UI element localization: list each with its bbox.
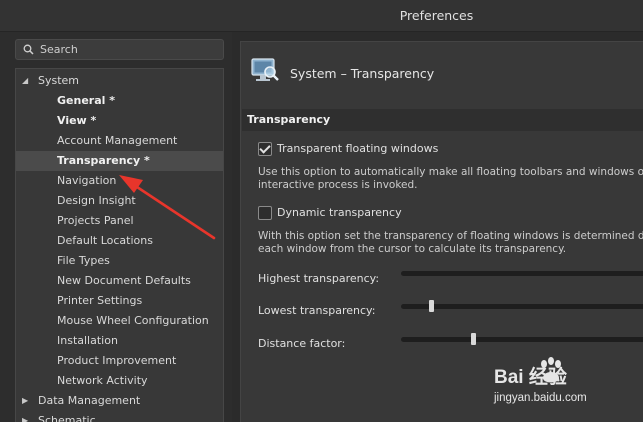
- tree-item-label: Schematic: [38, 414, 96, 422]
- tree-item-design-insight[interactable]: Design Insight: [16, 191, 223, 211]
- tree-item-navigation[interactable]: Navigation: [16, 171, 223, 191]
- tree-item-installation[interactable]: Installation: [16, 331, 223, 351]
- watermark-url: jingyan.baidu.com: [494, 392, 587, 404]
- tree-item-account-management[interactable]: Account Management: [16, 131, 223, 151]
- dynamic-description-line1: With this option set the transparency of…: [258, 230, 643, 242]
- highest-transparency-label: Highest transparency:: [258, 272, 380, 285]
- tree-item-network-activity[interactable]: Network Activity: [16, 371, 223, 391]
- tree-item-schematic[interactable]: ▶ Schematic: [16, 411, 223, 422]
- distance-factor-label: Distance factor:: [258, 337, 346, 350]
- tree-item-file-types[interactable]: File Types: [16, 251, 223, 271]
- search-placeholder: Search: [40, 43, 78, 56]
- tree-item-view[interactable]: View *: [16, 111, 223, 131]
- search-input[interactable]: Search: [15, 39, 224, 60]
- tree-item-general[interactable]: General *: [16, 91, 223, 111]
- lowest-transparency-label: Lowest transparency:: [258, 304, 376, 317]
- tree-item-printer-settings[interactable]: Printer Settings: [16, 291, 223, 311]
- watermark-brand: Bai 经验: [494, 367, 567, 388]
- page-title: System – Transparency: [290, 66, 435, 81]
- tree-item-data-management[interactable]: ▶ Data Management: [16, 391, 223, 411]
- tree-item-transparency[interactable]: Transparency *: [16, 151, 223, 171]
- window-title: Preferences: [399, 8, 474, 23]
- slider-thumb[interactable]: [471, 333, 476, 345]
- preferences-tree: ◢ System General * View * Account Manage…: [15, 68, 224, 422]
- transparent-floating-windows-checkbox[interactable]: [258, 142, 272, 156]
- lowest-transparency-slider[interactable]: [401, 300, 643, 312]
- watermark: Bai 经验 jingyan.baidu.com: [486, 352, 636, 412]
- dynamic-description-line2: each window from the cursor to calculate…: [258, 243, 567, 255]
- floating-description-line2: interactive process is invoked.: [258, 179, 418, 191]
- tree-item-mouse-wheel-configuration[interactable]: Mouse Wheel Configuration: [16, 311, 223, 331]
- section-header: Transparency: [242, 109, 643, 131]
- left-pane: Search ◢ System General * View * Account…: [0, 32, 232, 422]
- tree-item-product-improvement[interactable]: Product Improvement: [16, 351, 223, 371]
- tree-item-projects-panel[interactable]: Projects Panel: [16, 211, 223, 231]
- tree-item-new-document-defaults[interactable]: New Document Defaults: [16, 271, 223, 291]
- monitor-magnifier-icon: [251, 58, 279, 81]
- floating-description-line1: Use this option to automatically make al…: [258, 166, 643, 178]
- highest-transparency-slider[interactable]: [401, 271, 643, 276]
- expand-arrow-icon[interactable]: ▶: [22, 411, 28, 422]
- slider-thumb[interactable]: [429, 300, 434, 312]
- tree-item-system[interactable]: ◢ System: [16, 71, 223, 91]
- distance-factor-slider[interactable]: [401, 333, 643, 345]
- tree-item-label: Data Management: [38, 394, 141, 407]
- transparent-floating-windows-label: Transparent floating windows: [277, 142, 439, 155]
- dynamic-transparency-label: Dynamic transparency: [277, 206, 402, 219]
- tree-item-label: System: [38, 74, 80, 87]
- search-icon: [23, 44, 34, 55]
- title-bar: Preferences: [0, 0, 643, 32]
- tree-item-default-locations[interactable]: Default Locations: [16, 231, 223, 251]
- expand-arrow-icon[interactable]: ▶: [22, 391, 28, 411]
- dynamic-transparency-checkbox[interactable]: [258, 206, 272, 220]
- collapse-arrow-icon[interactable]: ◢: [22, 71, 28, 91]
- section-title: Transparency: [247, 113, 331, 126]
